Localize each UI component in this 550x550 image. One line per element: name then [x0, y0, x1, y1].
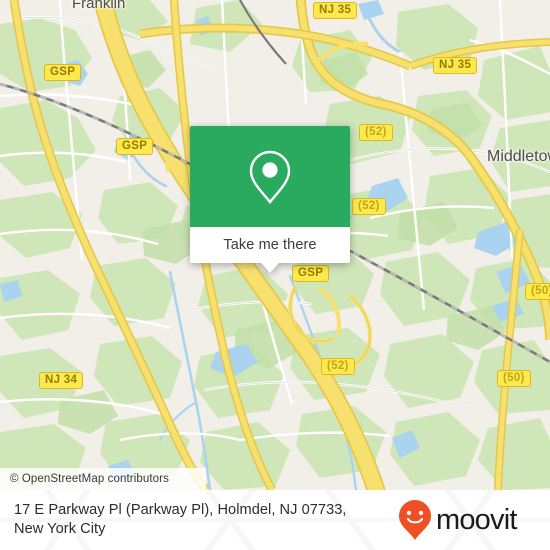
shield-nj-35-north: NJ 35	[313, 2, 358, 19]
shield-52-bottom: (52)	[321, 358, 355, 375]
shield-gsp-mid: GSP	[116, 138, 154, 155]
footer-bar: 17 E Parkway Pl (Parkway Pl), Holmdel, N…	[0, 490, 550, 550]
osm-attribution-text: © OpenStreetMap contributors	[10, 473, 169, 485]
map-pin-icon	[249, 150, 291, 204]
take-me-there-button[interactable]: Take me there	[190, 227, 350, 263]
moovit-pin-icon	[399, 500, 431, 540]
shield-nj-35-east: NJ 35	[433, 57, 478, 74]
osm-attribution[interactable]: © OpenStreetMap contributors	[0, 468, 206, 490]
popup-icon-area	[190, 126, 350, 227]
take-me-there-label: Take me there	[223, 237, 317, 253]
shield-gsp-lower: GSP	[292, 265, 330, 282]
moovit-brand: moovit	[398, 499, 517, 541]
shield-52-upper: (52)	[359, 124, 393, 141]
address-line-1: 17 E Parkway Pl (Parkway Pl), Holmdel, N…	[14, 502, 347, 518]
place-label-franklin: Franklin	[72, 0, 126, 12]
shield-50-upper: (50)	[525, 283, 550, 300]
shield-gsp-top: GSP	[44, 64, 82, 81]
place-label-middletown: Middletow	[487, 148, 550, 165]
map-screenshot: Franklin Middletow NJ 35 NJ 35 GSP GSP (…	[0, 0, 550, 550]
location-popup-card[interactable]: Take me there	[190, 126, 350, 273]
shield-50-lower: (50)	[497, 370, 531, 387]
address-line-2: New York City	[14, 521, 106, 537]
map-canvas[interactable]: Franklin Middletow NJ 35 NJ 35 GSP GSP (…	[0, 0, 550, 490]
popup-tail	[261, 263, 279, 273]
address-text: 17 E Parkway Pl (Parkway Pl), Holmdel, N…	[14, 501, 396, 539]
moovit-wordmark: moovit	[436, 503, 517, 536]
shield-52-card: (52)	[352, 198, 386, 215]
shield-nj-34: NJ 34	[39, 372, 84, 389]
